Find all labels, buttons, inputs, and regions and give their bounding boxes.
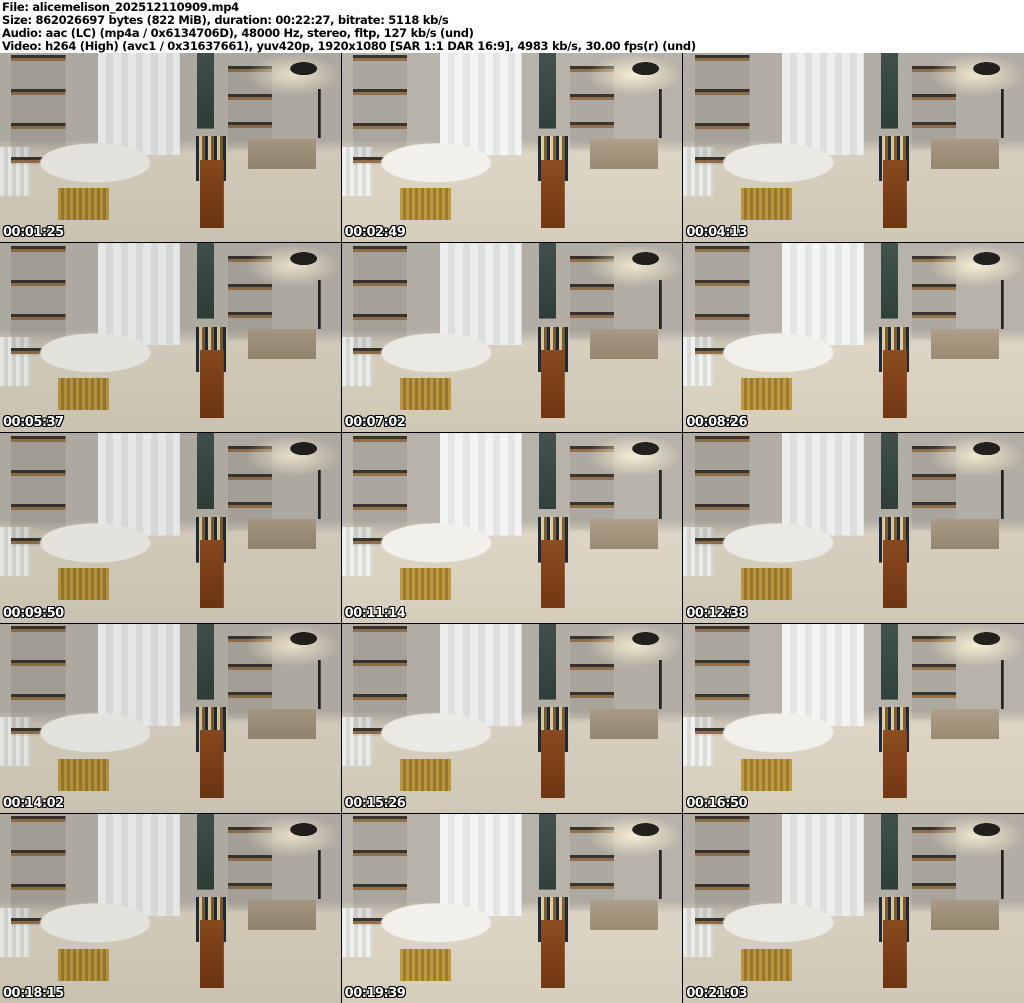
video-thumbnail: 00:21:03 <box>683 813 1024 1003</box>
timestamp-overlay: 00:02:49 <box>344 225 406 241</box>
timestamp-overlay: 00:07:02 <box>344 415 406 431</box>
thumbnail-scene <box>0 243 341 433</box>
video-contact-sheet: File: alicemelison_202512110909.mp4 Size… <box>0 0 1024 1003</box>
thumbnail-scene <box>341 623 683 813</box>
video-thumbnail: 00:15:26 <box>341 623 683 813</box>
timestamp-overlay: 00:01:25 <box>3 225 64 241</box>
video-thumbnail: 00:09:50 <box>0 433 341 623</box>
timestamp-overlay: 00:18:15 <box>3 985 64 1001</box>
video-thumbnail: 00:07:02 <box>341 243 683 433</box>
timestamp-overlay: 00:16:50 <box>686 795 747 811</box>
thumbnail-scene <box>341 813 683 1003</box>
video-thumbnail: 00:19:39 <box>341 813 683 1003</box>
thumbnail-grid: 00:01:25 00:02:49 00:04:13 00:05:37 00:0… <box>0 53 1024 1003</box>
thumbnail-scene <box>0 53 341 243</box>
thumbnail-scene <box>0 433 341 623</box>
video-thumbnail: 00:02:49 <box>341 53 683 243</box>
timestamp-overlay: 00:15:26 <box>344 795 406 811</box>
timestamp-overlay: 00:08:26 <box>686 415 747 431</box>
video-thumbnail: 00:11:14 <box>341 433 683 623</box>
thumbnail-scene <box>683 243 1024 433</box>
timestamp-overlay: 00:21:03 <box>686 985 747 1001</box>
video-thumbnail: 00:12:38 <box>683 433 1024 623</box>
timestamp-overlay: 00:05:37 <box>3 415 64 431</box>
video-thumbnail: 00:16:50 <box>683 623 1024 813</box>
video-thumbnail: 00:04:13 <box>683 53 1024 243</box>
thumbnail-scene <box>341 433 683 623</box>
timestamp-overlay: 00:14:02 <box>3 795 64 811</box>
video-thumbnail: 00:18:15 <box>0 813 341 1003</box>
thumbnail-scene <box>683 53 1024 243</box>
timestamp-overlay: 00:11:14 <box>344 605 406 621</box>
thumbnail-scene <box>683 433 1024 623</box>
timestamp-overlay: 00:12:38 <box>686 605 747 621</box>
thumbnail-scene <box>0 813 341 1003</box>
timestamp-overlay: 00:19:39 <box>344 985 406 1001</box>
thumbnail-scene <box>0 623 341 813</box>
video-thumbnail: 00:01:25 <box>0 53 341 243</box>
thumbnail-scene <box>683 623 1024 813</box>
thumbnail-scene <box>341 243 683 433</box>
timestamp-overlay: 00:04:13 <box>686 225 747 241</box>
video-info-line: Video: h264 (High) (avc1 / 0x31637661), … <box>2 39 696 53</box>
thumbnail-scene <box>341 53 683 243</box>
thumbnail-scene <box>683 813 1024 1003</box>
timestamp-overlay: 00:09:50 <box>3 605 64 621</box>
video-thumbnail: 00:14:02 <box>0 623 341 813</box>
video-thumbnail: 00:08:26 <box>683 243 1024 433</box>
media-info-header: File: alicemelison_202512110909.mp4 Size… <box>0 0 1024 53</box>
video-thumbnail: 00:05:37 <box>0 243 341 433</box>
